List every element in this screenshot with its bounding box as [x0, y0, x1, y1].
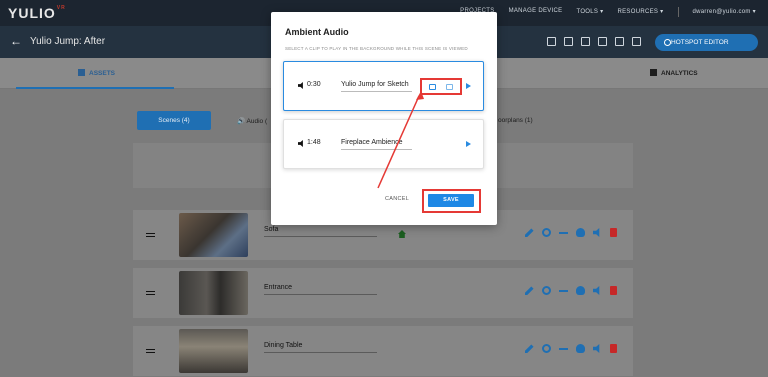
- floorplans-tab[interactable]: oorplans (1): [498, 117, 533, 124]
- scene-actions: [525, 344, 617, 353]
- speaker-icon: [298, 140, 303, 147]
- speaker-icon: [298, 82, 303, 89]
- scene-name-field[interactable]: Sofa: [264, 226, 377, 237]
- audio-icon[interactable]: [593, 344, 600, 353]
- drag-handle-icon[interactable]: [146, 349, 155, 353]
- scene-actions: [525, 286, 617, 295]
- audio-tab[interactable]: 🔊 Audio (: [237, 117, 267, 125]
- save-button[interactable]: SAVE: [428, 194, 474, 207]
- audio-icon[interactable]: [593, 286, 600, 295]
- home-scene-icon: [398, 230, 406, 238]
- device-icon[interactable]: [547, 37, 556, 46]
- scene-actions: [525, 228, 617, 237]
- scene-row: Dining Table: [133, 326, 633, 376]
- active-tab-indicator: [16, 87, 174, 89]
- cancel-button[interactable]: CANCEL: [385, 196, 409, 202]
- ambient-audio-dialog: Ambient Audio SELECT A CLIP TO PLAY IN T…: [271, 12, 497, 225]
- page-title: Yulio Jump: After: [30, 36, 106, 47]
- tab-assets[interactable]: ASSETS: [78, 69, 115, 77]
- assets-icon: [78, 69, 85, 76]
- upload-icon[interactable]: [576, 344, 585, 353]
- header-tools: [547, 37, 641, 46]
- scene-name-field[interactable]: Dining Table: [264, 342, 377, 353]
- dialog-subtitle: SELECT A CLIP TO PLAY IN THE BACKGROUND …: [285, 46, 468, 51]
- delete-icon[interactable]: [610, 228, 617, 237]
- users-icon[interactable]: [564, 37, 573, 46]
- delete-icon[interactable]: [610, 344, 617, 353]
- cardboard-icon[interactable]: [581, 37, 590, 46]
- view-icon[interactable]: [542, 228, 551, 237]
- nav-divider: [677, 7, 679, 17]
- clip-name: Fireplace Ambience: [341, 139, 412, 150]
- loop-controls-highlight: [420, 78, 462, 95]
- nav-manage-device[interactable]: MANAGE DEVICE: [509, 8, 563, 17]
- hotspot-editor-button[interactable]: HOTSPOT EDITOR: [655, 34, 758, 51]
- back-arrow-icon[interactable]: ←: [10, 34, 22, 48]
- hotspot-icon[interactable]: [559, 286, 568, 295]
- delete-icon[interactable]: [610, 286, 617, 295]
- export-icon[interactable]: [615, 37, 624, 46]
- trash-icon[interactable]: [632, 37, 641, 46]
- audio-clip-card[interactable]: 1:48 Fireplace Ambience: [283, 119, 484, 169]
- upload-icon[interactable]: [576, 286, 585, 295]
- nav-resources[interactable]: RESOURCES ▾: [618, 8, 664, 17]
- loop-off-icon[interactable]: [446, 84, 453, 90]
- scene-thumbnail[interactable]: [179, 271, 248, 315]
- tab-analytics[interactable]: ANALYTICS: [650, 69, 698, 77]
- scene-thumbnail[interactable]: [179, 213, 248, 257]
- upload-icon[interactable]: [576, 228, 585, 237]
- clip-duration: 0:30: [307, 81, 321, 88]
- scene-thumbnail[interactable]: [179, 329, 248, 373]
- clip-name: Yulio Jump for Sketch: [341, 81, 412, 92]
- play-icon[interactable]: [466, 141, 471, 147]
- nav-tools[interactable]: TOOLS ▾: [576, 8, 603, 17]
- view-icon[interactable]: [542, 286, 551, 295]
- clip-duration: 1:48: [307, 139, 321, 146]
- top-nav: PROJECTS MANAGE DEVICE TOOLS ▾ RESOURCES…: [460, 7, 757, 17]
- audio-icon[interactable]: [593, 228, 600, 237]
- nav-user-menu[interactable]: dwarren@yulio.com ▾: [693, 8, 757, 17]
- scene-row: Entrance: [133, 268, 633, 318]
- dialog-title: Ambient Audio: [285, 27, 349, 37]
- audio-clip-card-selected[interactable]: 0:30 Yulio Jump for Sketch: [283, 61, 484, 111]
- view-icon[interactable]: [542, 344, 551, 353]
- drag-handle-icon[interactable]: [146, 233, 155, 237]
- edit-icon[interactable]: [525, 344, 534, 353]
- loop-icon[interactable]: [429, 84, 436, 90]
- copy-icon[interactable]: [598, 37, 607, 46]
- analytics-icon: [650, 69, 657, 76]
- hotspot-icon[interactable]: [559, 228, 568, 237]
- hotspot-icon[interactable]: [559, 344, 568, 353]
- scene-name-field[interactable]: Entrance: [264, 284, 377, 295]
- yulio-logo[interactable]: YULIOVR: [8, 5, 66, 21]
- scenes-tab[interactable]: Scenes (4): [137, 111, 211, 130]
- edit-icon[interactable]: [525, 286, 534, 295]
- play-icon[interactable]: [466, 83, 471, 89]
- edit-icon[interactable]: [525, 228, 534, 237]
- drag-handle-icon[interactable]: [146, 291, 155, 295]
